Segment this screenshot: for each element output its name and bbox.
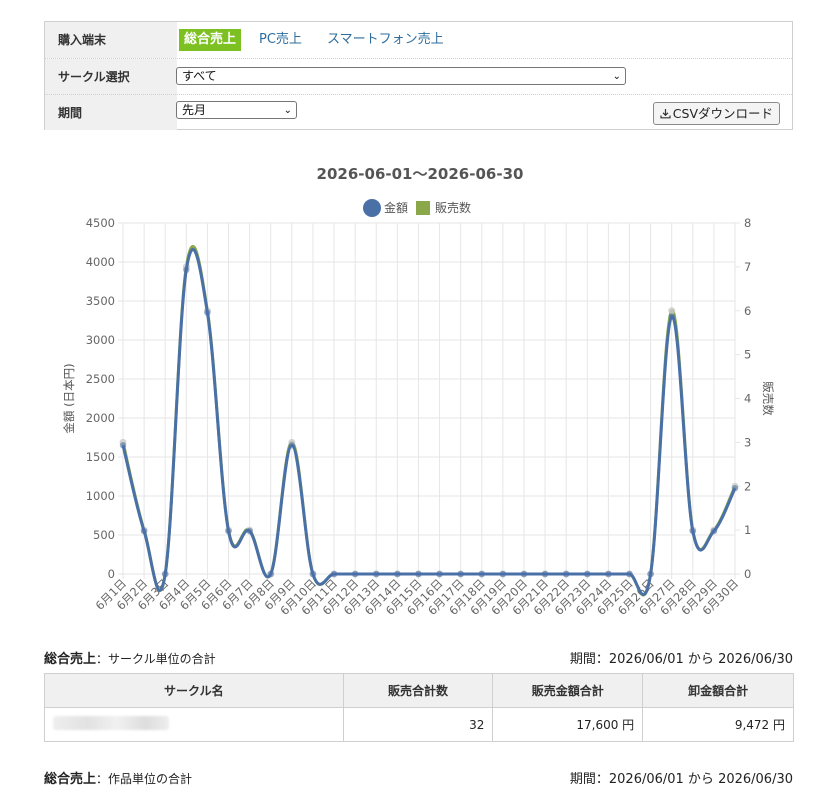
legend-swatch-amount: [363, 199, 381, 217]
y-tick-label: 4500: [86, 216, 115, 230]
circle-summary-table: サークル名 販売合計数 販売金額合計 卸金額合計 32 17,600 円 9,4…: [44, 673, 794, 742]
summary-circle-title-main: 総合売上: [44, 652, 97, 667]
data-point-amount: [647, 570, 654, 578]
data-point-amount: [710, 527, 718, 535]
y2-tick-label: 0: [744, 567, 751, 581]
y-tick-label: 3000: [86, 333, 115, 347]
data-point-amount: [415, 570, 422, 578]
legend-swatch-count: [416, 201, 430, 215]
csv-download-button[interactable]: CSVダウンロード: [652, 102, 780, 125]
circle-select-value: すべて: [182, 69, 217, 83]
summary-work-period: 期間：2026/06/01 から 2026/06/30: [569, 772, 793, 787]
y-tick-label: 2500: [86, 372, 115, 386]
data-point-count: [668, 307, 676, 315]
data-point-amount: [731, 485, 739, 492]
tab-total-sales[interactable]: 総合売上: [179, 29, 242, 51]
y-tick-label: 3500: [86, 294, 115, 308]
data-point-amount: [436, 570, 443, 578]
y2-tick-label: 7: [744, 260, 751, 274]
chevron-down-icon: ⌄: [612, 71, 621, 82]
summary-circle-period: 期間：2026/06/01 から 2026/06/30: [569, 652, 793, 667]
data-point-amount: [140, 527, 148, 535]
sales-amount-cell: 17,600 円: [492, 707, 644, 742]
data-point-amount: [520, 570, 528, 578]
y2-tick-label: 2: [744, 479, 751, 493]
y2-tick-label: 6: [744, 304, 751, 318]
y-axis-title: 金額 (日本円): [62, 363, 76, 433]
period-select[interactable]: 先月 ⌄: [176, 101, 297, 119]
table-row: 32 17,600 円 9,472 円: [44, 707, 794, 742]
summary-circle-title: 総合売上：サークル単位の合計: [44, 648, 216, 667]
circle-label: サークル選択: [45, 59, 177, 95]
device-label: 購入端末: [45, 22, 177, 58]
data-point-amount: [288, 442, 296, 449]
col-header-sales-count: 販売合計数: [342, 673, 494, 708]
circle-name-cell: [44, 707, 344, 742]
data-point-amount: [246, 527, 253, 535]
y-tick-label: 1000: [86, 489, 115, 503]
data-point-amount: [541, 570, 549, 578]
data-point-amount: [119, 442, 127, 449]
data-point-amount: [478, 570, 485, 578]
y2-tick-label: 5: [744, 348, 751, 362]
legend-label-amount: 金額: [384, 200, 408, 215]
data-point-amount: [162, 570, 169, 578]
filter-row-device: 購入端末 総合売上 PC売上 スマートフォン売上: [45, 22, 792, 58]
y2-axis-title: 販売数: [761, 381, 775, 416]
y-tick-label: 2000: [86, 411, 115, 425]
period-label: 期間: [45, 95, 177, 130]
y2-tick-label: 1: [744, 523, 751, 537]
data-point-amount: [394, 570, 401, 578]
table-header-row: サークル名 販売合計数 販売金額合計 卸金額合計: [44, 673, 794, 708]
tab-pc-sales[interactable]: PC売上: [259, 29, 302, 51]
chevron-down-icon: ⌄: [283, 105, 292, 116]
y-tick-label: 500: [93, 528, 115, 542]
circle-select[interactable]: すべて ⌄: [176, 67, 626, 85]
series-line-count: [121, 245, 737, 597]
chart-title: 2026-06-01〜2026-06-30: [316, 165, 524, 183]
csv-download-label: CSVダウンロード: [672, 106, 773, 121]
data-point-amount: [373, 570, 380, 578]
download-icon: [660, 109, 671, 119]
legend-label-count: 販売数: [435, 200, 471, 215]
data-point-amount: [309, 570, 317, 578]
data-point-amount: [626, 570, 633, 578]
y-tick-label: 4000: [86, 255, 115, 269]
y-tick-label: 0: [108, 567, 115, 581]
data-point-amount: [330, 570, 338, 578]
data-point-amount: [204, 309, 211, 316]
filter-panel: 購入端末 総合売上 PC売上 スマートフォン売上 サークル選択 すべて ⌄ 期間…: [44, 21, 793, 130]
sales-chart: 金額 販売数05001000150020002500300035004000450…: [62, 199, 775, 618]
y2-tick-label: 3: [744, 435, 751, 449]
sales-count-cell: 32: [342, 707, 494, 742]
y-tick-label: 1500: [86, 450, 115, 464]
tab-smartphone-sales[interactable]: スマートフォン売上: [327, 29, 444, 51]
data-point-amount: [351, 570, 359, 578]
y2-tick-label: 8: [744, 216, 751, 230]
data-point-amount: [183, 266, 190, 273]
filter-row-period: 期間 先月 ⌄ CSVダウンロード: [45, 94, 792, 130]
redacted-circle-name: [53, 716, 169, 730]
data-point-amount: [499, 570, 507, 578]
col-header-circle-name: サークル名: [44, 673, 344, 708]
data-point-amount: [562, 570, 570, 578]
data-point-amount: [689, 527, 696, 535]
data-point-amount: [668, 313, 675, 320]
summary-work-title: 総合売上：作品単位の合計: [44, 768, 192, 787]
summary-circle-subtitle: ：サークル単位の合計: [96, 652, 216, 666]
summary-work-subtitle: ：作品単位の合計: [96, 772, 193, 786]
data-point-amount: [267, 570, 274, 578]
filter-row-circle: サークル選択 すべて ⌄: [45, 58, 792, 95]
y2-tick-label: 4: [744, 392, 751, 406]
data-point-amount: [605, 570, 612, 578]
data-point-amount: [225, 527, 232, 535]
data-point-amount: [457, 570, 464, 578]
summary-work-title-main: 総合売上: [44, 772, 97, 787]
col-header-sales-amount: 販売金額合計: [492, 673, 644, 708]
wholesale-amount-cell: 9,472 円: [642, 707, 794, 742]
data-point-amount: [584, 570, 591, 578]
col-header-wholesale-amount: 卸金額合計: [642, 673, 794, 708]
period-select-value: 先月: [182, 103, 207, 117]
